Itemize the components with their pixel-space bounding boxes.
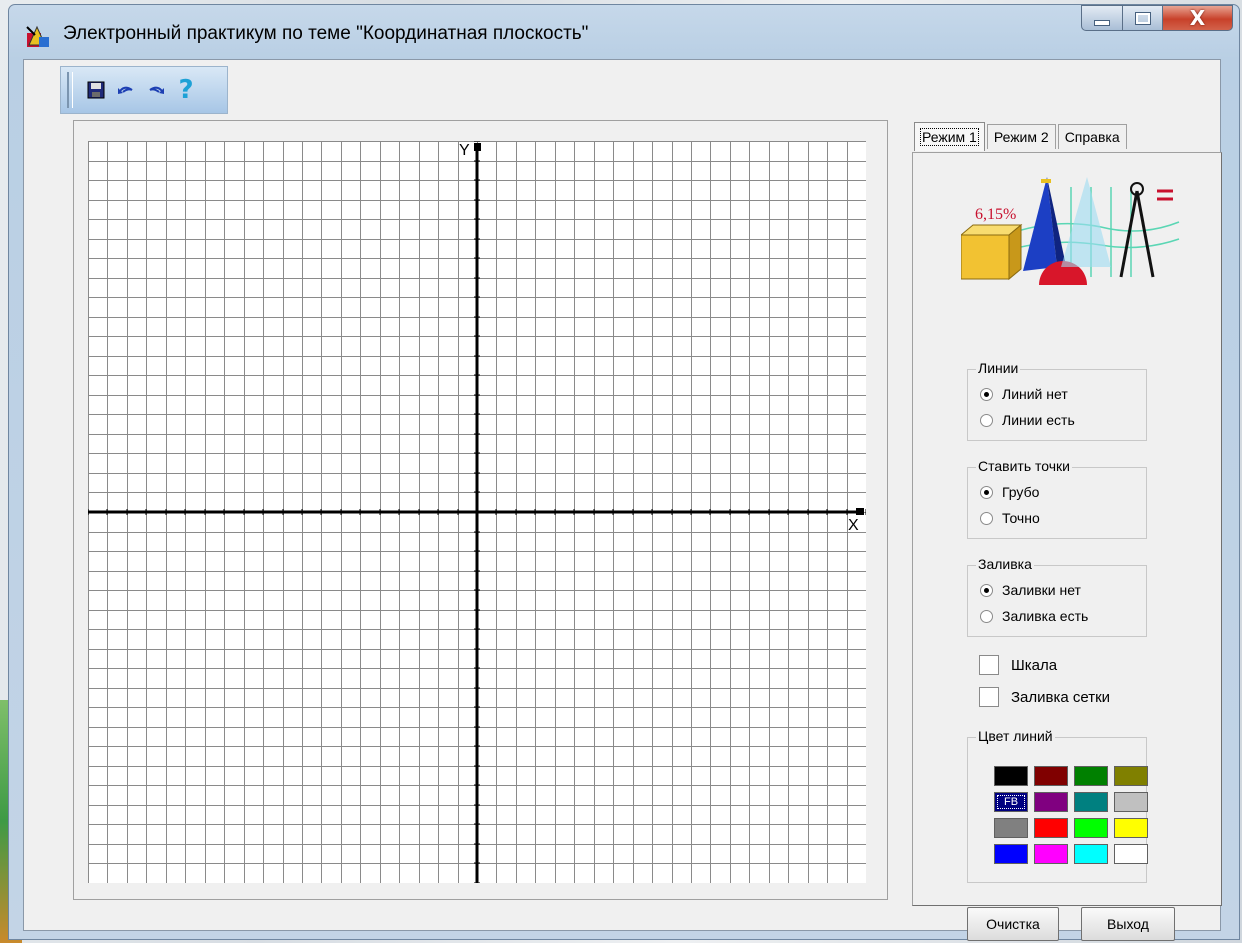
tab-mode-2[interactable]: Режим 2 xyxy=(986,124,1056,149)
points-group: Ставить точки Грубо Точно xyxy=(967,458,1147,539)
title-bar[interactable]: Электронный практикум по теме "Координат… xyxy=(9,5,1239,59)
color-palette: FB xyxy=(994,766,1148,866)
coordinate-plane[interactable]: XY xyxy=(88,141,866,883)
lines-group: Линии Линий нет Линии есть xyxy=(967,360,1147,441)
radio-no-fill[interactable]: Заливки нет xyxy=(980,582,1081,598)
radio-label: Линии есть xyxy=(1002,412,1075,428)
radio-button[interactable] xyxy=(980,485,993,499)
grid-fill-checkbox-row[interactable]: Заливка сетки xyxy=(979,687,1110,707)
tab-mode-1[interactable]: Режим 1 xyxy=(914,122,985,151)
window-title: Электронный практикум по теме "Координат… xyxy=(63,23,589,44)
radio-rough[interactable]: Грубо xyxy=(980,484,1039,500)
minimize-button[interactable] xyxy=(1081,5,1123,31)
color-swatch[interactable] xyxy=(1034,818,1068,838)
maximize-icon xyxy=(1134,11,1151,25)
radio-lines-present[interactable]: Линии есть xyxy=(980,412,1075,428)
tab-strip: Режим 1 Режим 2 Справка xyxy=(914,122,1129,151)
radio-button[interactable] xyxy=(980,511,993,525)
color-swatch[interactable] xyxy=(1114,818,1148,838)
radio-no-lines[interactable]: Линий нет xyxy=(980,386,1068,402)
window-controls: X xyxy=(1081,5,1233,31)
color-swatch[interactable] xyxy=(1074,818,1108,838)
radio-label: Грубо xyxy=(1002,484,1040,500)
toolbar-grip[interactable] xyxy=(67,72,73,108)
scale-checkbox[interactable] xyxy=(979,655,999,675)
line-color-group: Цвет линий FB xyxy=(967,728,1148,883)
color-swatch[interactable] xyxy=(1034,844,1068,864)
group-title: Заливка xyxy=(976,556,1034,572)
radio-label: Заливка есть xyxy=(1002,608,1089,624)
radio-button[interactable] xyxy=(980,387,993,401)
x-axis-end-marker xyxy=(856,508,864,515)
settings-panel: 6,15% Линии Линий нет Линии есть Ставить… xyxy=(912,152,1222,941)
radio-fill-present[interactable]: Заливка есть xyxy=(980,608,1088,624)
color-swatch[interactable] xyxy=(1114,844,1148,864)
exit-button[interactable]: Выход xyxy=(1081,907,1175,941)
color-swatch[interactable] xyxy=(1074,766,1108,786)
fill-group: Заливка Заливки нет Заливка есть xyxy=(967,556,1147,637)
clear-button[interactable]: Очистка xyxy=(967,907,1059,941)
group-title: Цвет линий xyxy=(976,728,1055,744)
app-window: Электронный практикум по теме "Координат… xyxy=(8,4,1240,941)
x-axis-label: X xyxy=(848,517,859,534)
undo-button[interactable] xyxy=(115,78,137,102)
geometry-clipart: 6,15% xyxy=(961,177,1181,287)
save-button[interactable] xyxy=(85,78,107,102)
checkbox-label: Заливка сетки xyxy=(1011,688,1111,706)
color-swatch[interactable] xyxy=(1034,792,1068,812)
maximize-button[interactable] xyxy=(1123,5,1163,31)
radio-button[interactable] xyxy=(980,413,993,427)
color-swatch[interactable] xyxy=(994,766,1028,786)
y-axis-end-marker xyxy=(474,143,481,151)
color-swatch[interactable] xyxy=(1074,792,1108,812)
grid-fill-checkbox[interactable] xyxy=(979,687,999,707)
color-swatch[interactable] xyxy=(1114,766,1148,786)
color-swatch[interactable] xyxy=(1074,844,1108,864)
radio-label: Линий нет xyxy=(1002,386,1068,402)
close-button[interactable]: X xyxy=(1163,5,1233,31)
group-title: Ставить точки xyxy=(976,458,1072,474)
radio-label: Заливки нет xyxy=(1002,582,1081,598)
tab-help[interactable]: Справка xyxy=(1057,124,1127,149)
svg-text:6,15%: 6,15% xyxy=(975,206,1016,223)
save-icon xyxy=(87,81,105,99)
color-swatch[interactable] xyxy=(994,844,1028,864)
help-button[interactable]: ? xyxy=(175,75,197,105)
client-area: ? XY Режим 1 Режим 2 Справка 6,15% Линии… xyxy=(23,59,1222,941)
color-swatch[interactable]: FB xyxy=(994,792,1028,812)
color-swatch[interactable] xyxy=(994,818,1028,838)
toolbar: ? xyxy=(60,66,228,114)
color-swatch[interactable] xyxy=(1034,766,1068,786)
radio-button[interactable] xyxy=(980,609,993,623)
color-swatch[interactable] xyxy=(1114,792,1148,812)
redo-button[interactable] xyxy=(145,78,167,102)
y-axis-label: Y xyxy=(459,142,470,159)
undo-icon xyxy=(118,86,133,94)
radio-button[interactable] xyxy=(980,583,993,597)
scale-checkbox-row[interactable]: Шкала xyxy=(979,655,1057,675)
radio-label: Точно xyxy=(1002,510,1040,526)
app-icon xyxy=(26,25,49,47)
coordinate-plane-frame: XY xyxy=(73,120,888,900)
redo-icon xyxy=(149,86,164,94)
help-icon: ? xyxy=(178,75,194,105)
close-icon: X xyxy=(1189,6,1206,30)
checkbox-label: Шкала xyxy=(1011,656,1058,674)
group-title: Линии xyxy=(976,360,1021,376)
radio-precise[interactable]: Точно xyxy=(980,510,1040,526)
minimize-icon xyxy=(1094,20,1110,26)
